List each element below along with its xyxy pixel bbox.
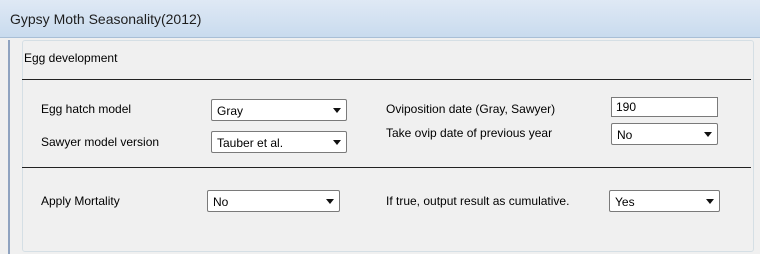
chevron-down-icon [333,108,341,113]
oviposition-date-input[interactable] [611,97,718,117]
egg-hatch-model-select[interactable]: Gray [211,99,347,121]
egg-hatch-model-value: Gray [217,104,244,118]
chevron-down-icon [704,132,712,137]
take-ovip-date-label: Take ovip date of previous year [386,126,553,140]
title-bar: Gypsy Moth Seasonality(2012) [0,0,760,38]
chevron-down-icon [326,199,334,204]
output-cumulative-select[interactable]: Yes [609,190,720,212]
take-ovip-date-value: No [617,128,633,142]
app-window: Gypsy Moth Seasonality(2012) Egg develop… [0,0,760,254]
apply-mortality-select[interactable]: No [207,190,340,212]
egg-hatch-model-label: Egg hatch model [41,102,132,116]
sawyer-model-version-value: Tauber et al. [217,136,284,150]
output-cumulative-label: If true, output result as cumulative. [386,194,570,208]
divider-top [22,79,751,80]
oviposition-date-field[interactable] [612,98,717,116]
sawyer-model-version-select[interactable]: Tauber et al. [211,131,347,153]
chevron-down-icon [706,199,714,204]
chevron-down-icon [333,140,341,145]
output-cumulative-value: Yes [615,195,635,209]
take-ovip-date-select[interactable]: No [611,123,718,145]
sawyer-model-version-label: Sawyer model version [41,135,160,149]
apply-mortality-value: No [213,195,229,209]
apply-mortality-label: Apply Mortality [41,194,120,208]
oviposition-date-label: Oviposition date (Gray, Sawyer) [386,102,556,116]
window-title: Gypsy Moth Seasonality(2012) [10,11,202,27]
group-title: Egg development [24,51,118,65]
divider-middle [22,167,751,168]
